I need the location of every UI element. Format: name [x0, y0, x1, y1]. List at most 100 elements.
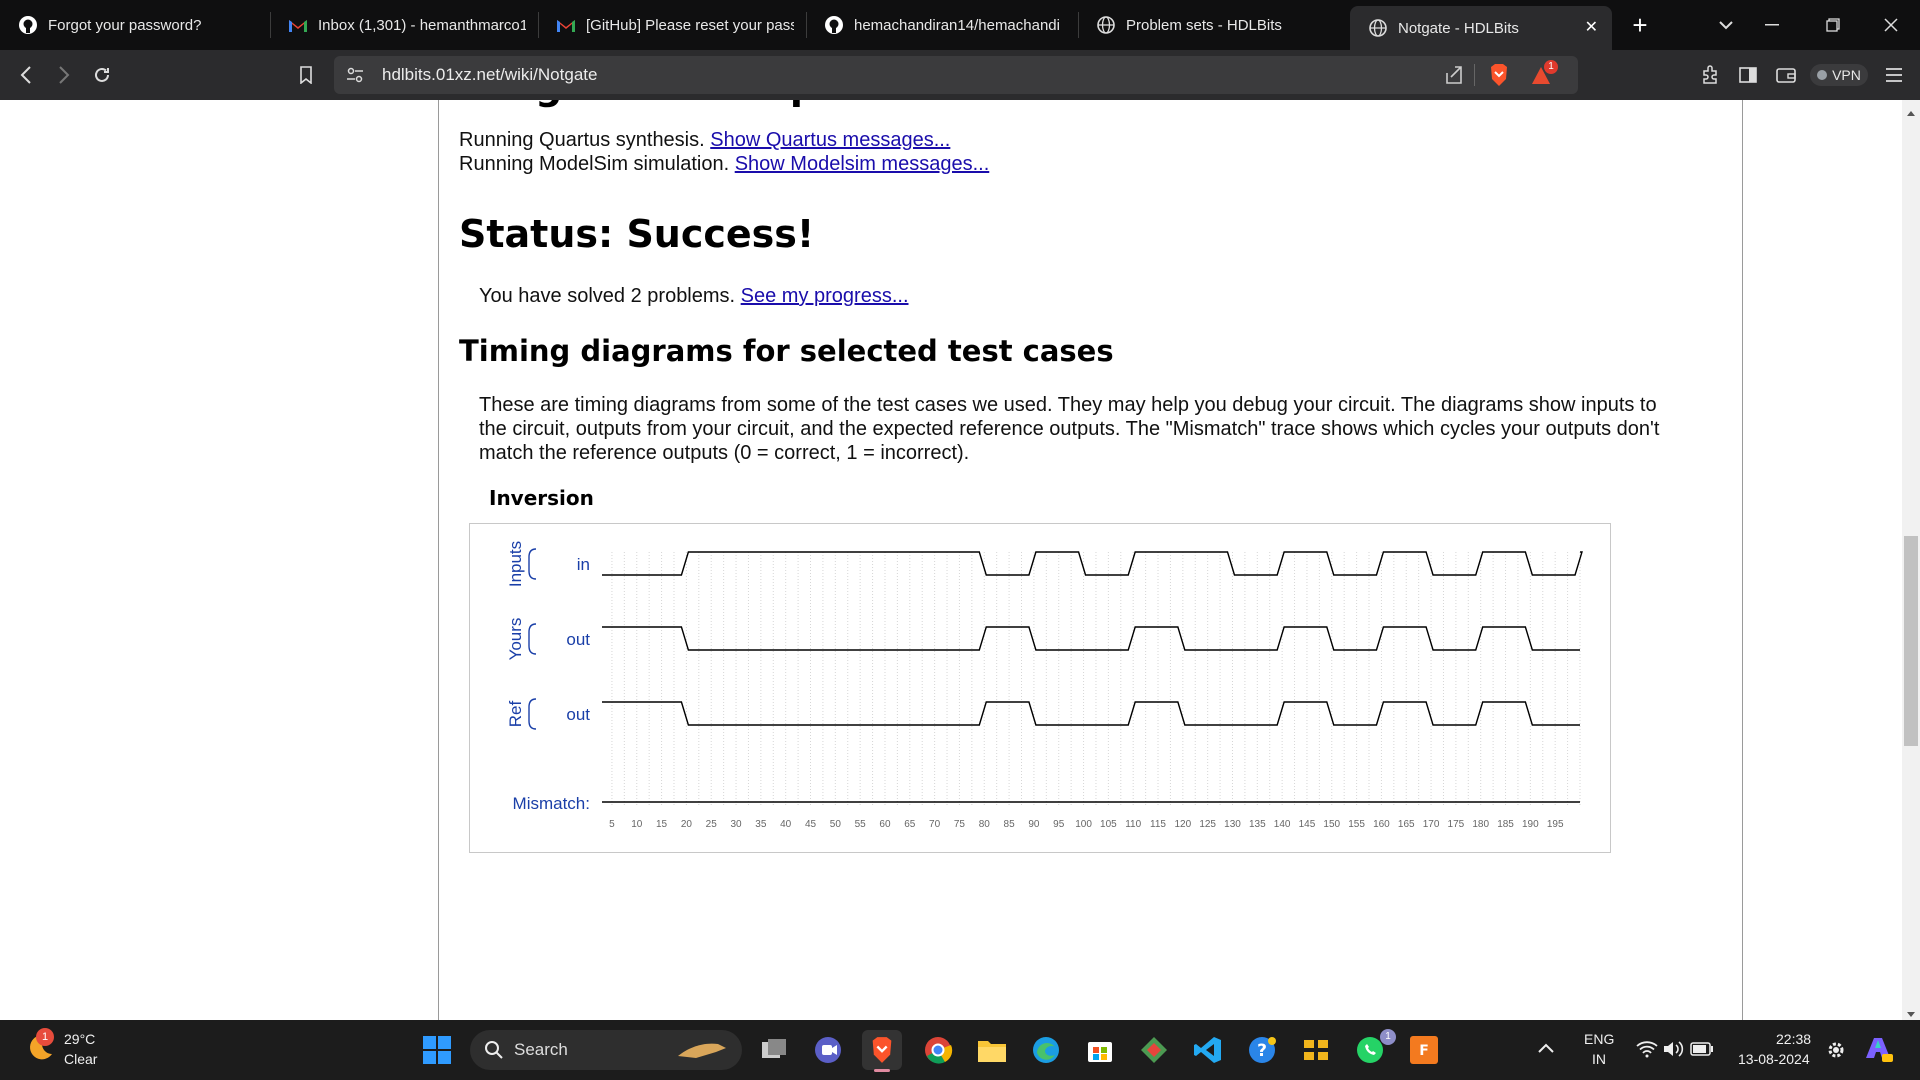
wifi-icon[interactable] [1636, 1040, 1658, 1063]
language-bottom[interactable]: IN [1592, 1051, 1606, 1067]
page-scrollbar[interactable] [1902, 100, 1920, 1020]
content-left-border [438, 100, 439, 1020]
x-tick-label: 20 [681, 819, 693, 830]
back-icon[interactable] [8, 50, 44, 100]
gitkraken-icon[interactable] [1134, 1030, 1174, 1070]
x-tick-label: 10 [631, 819, 643, 830]
chrome-icon[interactable] [918, 1030, 958, 1070]
vpn-label: VPN [1832, 67, 1861, 83]
show-quartus-messages-link[interactable]: Show Quartus messages... [710, 129, 950, 151]
signal-name: in [577, 555, 590, 574]
diagram-title: Inversion [489, 486, 594, 510]
vpn-status-icon [1817, 70, 1828, 80]
tab-label: hemachandiran14/hemachandi [854, 16, 1060, 34]
extensions-icon[interactable] [1692, 50, 1728, 100]
show-hidden-icons-chevron-icon[interactable] [1538, 1040, 1554, 1058]
whatsapp-badge: 1 [1380, 1029, 1396, 1045]
globe-icon [1096, 15, 1116, 35]
x-tick-label: 145 [1299, 819, 1316, 830]
wallet-icon[interactable] [1768, 50, 1804, 100]
new-tab-button[interactable]: + [1622, 0, 1658, 50]
clock-time[interactable]: 22:38 [1776, 1031, 1811, 1047]
tab-github-repo[interactable]: hemachandiran14/hemachandi [806, 0, 1068, 50]
edge-icon[interactable] [1026, 1030, 1066, 1070]
volume-icon[interactable] [1662, 1040, 1684, 1063]
gitkraken-alt-icon[interactable] [1296, 1030, 1336, 1070]
start-icon[interactable] [417, 1030, 457, 1070]
x-tick-label: 160 [1373, 819, 1390, 830]
reload-icon[interactable] [84, 50, 120, 100]
page-title: Notgate — Compile and simulate [459, 100, 1160, 108]
x-tick-label: 135 [1249, 819, 1266, 830]
x-tick-label: 35 [755, 819, 767, 830]
sidebar-icon[interactable] [1730, 50, 1766, 100]
forward-icon[interactable] [46, 50, 82, 100]
x-tick-label: 130 [1224, 819, 1241, 830]
vpn-button[interactable]: VPN [1810, 64, 1868, 86]
tab-problem-sets[interactable]: Problem sets - HDLBits [1078, 0, 1340, 50]
taskbar-search[interactable]: Search [470, 1030, 742, 1070]
timing-diagram-svg: 5 10 15 20 25 30 35 40 45 50 55 60 65 70 75 80 85 90 95 100… [506, 541, 1583, 830]
help-icon[interactable]: ? [1242, 1030, 1282, 1070]
vscode-icon[interactable] [1188, 1030, 1228, 1070]
url-text[interactable]: hdlbits.01xz.net/wiki/Notgate [382, 56, 597, 94]
address-bar[interactable]: hdlbits.01xz.net/wiki/Notgate 1 [334, 56, 1578, 94]
x-tick-label: 95 [1053, 819, 1065, 830]
x-tick-label: 25 [706, 819, 718, 830]
tab-label: Inbox (1,301) - hemanthmarco1 [318, 16, 526, 34]
x-tick-label: 85 [1004, 819, 1016, 830]
minimize-icon[interactable] [1749, 0, 1795, 50]
x-tick-label: 40 [780, 819, 792, 830]
x-tick-label: 80 [979, 819, 991, 830]
tab-notgate[interactable]: Notgate - HDLBits ✕ [1350, 6, 1612, 50]
file-explorer-icon[interactable] [972, 1030, 1012, 1070]
x-tick-label: 185 [1497, 819, 1514, 830]
timing-heading: Timing diagrams for selected test cases [459, 334, 1114, 368]
site-settings-icon[interactable] [346, 66, 364, 89]
x-tick-label: 140 [1274, 819, 1291, 830]
signal-name: out [566, 630, 590, 649]
copilot-icon[interactable] [1862, 1034, 1894, 1069]
search-highlight-icon [676, 1036, 732, 1069]
github-icon [18, 15, 38, 35]
gmail-icon [288, 15, 308, 35]
teams-icon[interactable] [808, 1030, 848, 1070]
restore-icon[interactable] [1810, 0, 1856, 50]
x-tick-label: 45 [805, 819, 817, 830]
close-tab-icon[interactable]: ✕ [1585, 6, 1598, 50]
bookmark-icon[interactable] [288, 50, 324, 100]
menu-icon[interactable] [1876, 50, 1912, 100]
share-icon[interactable] [1444, 65, 1464, 90]
x-tick-label: 110 [1125, 819, 1141, 830]
microsoft-store-icon[interactable] [1080, 1030, 1120, 1070]
tab-forgot-password[interactable]: Forgot your password? [0, 0, 268, 50]
brave-shields-icon[interactable] [1488, 63, 1510, 92]
solved-line: You have solved 2 problems. See my progr… [479, 285, 909, 308]
x-tick-label: 100 [1075, 819, 1092, 830]
tab-github-reset[interactable]: [GitHub] Please reset your pass [538, 0, 794, 50]
scroll-thumb[interactable] [1904, 536, 1918, 746]
x-tick-label: 155 [1348, 819, 1365, 830]
scroll-up-arrow-icon[interactable] [1906, 104, 1916, 122]
x-tick-label: 15 [656, 819, 668, 830]
battery-icon[interactable] [1690, 1042, 1714, 1061]
timing-description-line: the circuit, outputs from your circuit, … [479, 418, 1660, 440]
language-top[interactable]: ENG [1584, 1031, 1614, 1047]
x-tick-label: 50 [830, 819, 842, 830]
brave-taskbar-icon[interactable] [862, 1030, 902, 1070]
search-icon [484, 1040, 504, 1065]
group-bracket [528, 623, 537, 655]
tab-inbox[interactable]: Inbox (1,301) - hemanthmarco1 [270, 0, 526, 50]
clock-date[interactable]: 13-08-2024 [1738, 1051, 1810, 1067]
settings-gear-icon[interactable] [1826, 1040, 1846, 1065]
group-bracket [528, 548, 537, 580]
task-view-icon[interactable] [754, 1030, 794, 1070]
tab-search-chevron-icon[interactable] [1703, 0, 1749, 50]
show-modelsim-messages-link[interactable]: Show Modelsim messages... [735, 153, 990, 175]
gmail-icon [556, 15, 576, 35]
fusion-icon[interactable]: F [1404, 1030, 1444, 1070]
group-label: Yours [506, 618, 525, 661]
see-my-progress-link[interactable]: See my progress... [741, 285, 909, 307]
window-close-icon[interactable] [1868, 0, 1914, 50]
timing-description-line: match the reference outputs (0 = correct… [479, 442, 970, 464]
